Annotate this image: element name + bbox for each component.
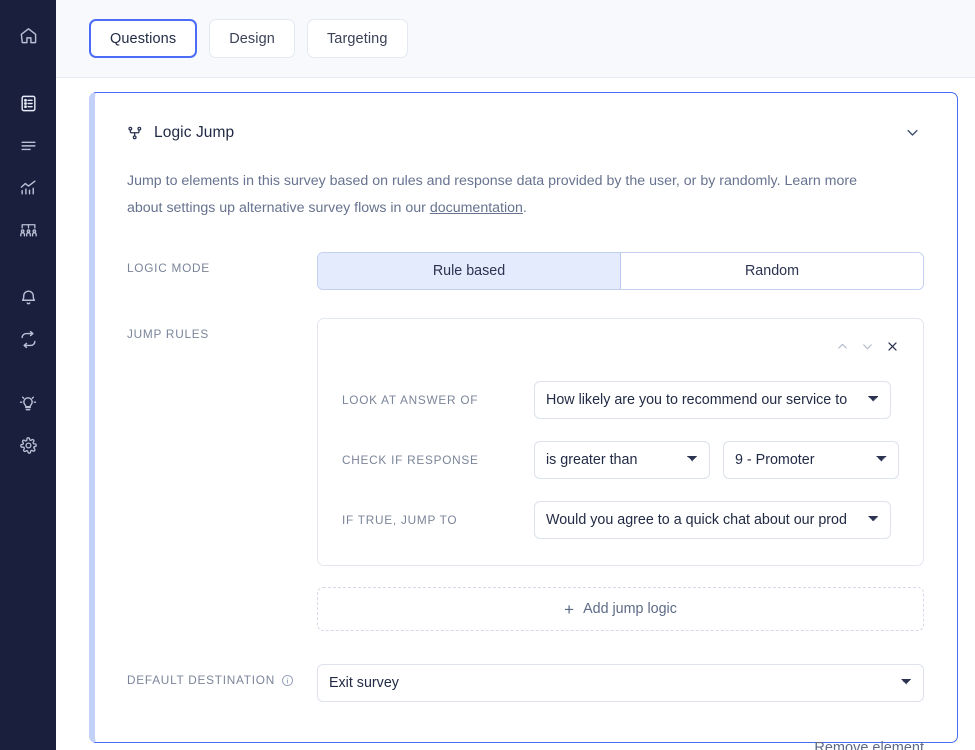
sidebar-item-responses[interactable] xyxy=(9,126,47,164)
default-destination-field-wrap: Exit survey xyxy=(317,664,924,702)
survey-tabbar: Questions Design Targeting xyxy=(56,0,975,78)
logic-mode-option-rule-based[interactable]: Rule based xyxy=(318,253,621,289)
value-select[interactable]: 9 - Promoter xyxy=(723,441,899,479)
default-destination-label-text: Default destination xyxy=(127,673,275,687)
jump-rules-column: Look at answer of How likely are you to … xyxy=(317,318,924,631)
remove-rule-icon[interactable] xyxy=(886,340,899,353)
logic-mode-label: Logic mode xyxy=(127,261,210,275)
tab-targeting[interactable]: Targeting xyxy=(306,19,408,58)
sidebar-item-home[interactable] xyxy=(9,16,47,54)
info-icon[interactable] xyxy=(281,674,294,687)
jump-rules-label: Jump rules xyxy=(127,327,210,341)
sidebar-item-notifications[interactable] xyxy=(9,278,47,316)
rule-fields-if-true-jump-to: Would you agree to a quick chat about ou… xyxy=(534,501,899,539)
logic-mode-option-rule-based-label: Rule based xyxy=(432,263,506,279)
rule-fields-check-if-response: is greater than 9 - Promoter xyxy=(534,441,899,479)
destination-select[interactable]: Would you agree to a quick chat about ou… xyxy=(534,501,891,539)
rule-row-look-at-answer: Look at answer of How likely are you to … xyxy=(342,381,899,419)
main-area: Questions Design Targeting Logic Jump Ju… xyxy=(56,0,975,750)
rule-row-check-if-response: Check if response is greater than 9 - Pr… xyxy=(342,441,899,479)
logic-mode-row: Logic mode Rule based Random xyxy=(127,252,924,290)
rule-label-if-true-jump-to: If true, jump to xyxy=(342,513,458,527)
description-text-2: . xyxy=(522,200,527,216)
remove-element-button[interactable]: Remove element xyxy=(814,740,924,750)
sidebar-item-integrations[interactable] xyxy=(9,320,47,358)
rule-label-check-if-response: Check if response xyxy=(342,453,479,467)
chevron-down-icon[interactable] xyxy=(901,121,924,144)
move-down-icon[interactable] xyxy=(861,340,874,353)
sidebar-item-audience[interactable] xyxy=(9,210,47,248)
sidebar-item-surveys[interactable] xyxy=(9,84,47,122)
tab-questions[interactable]: Questions xyxy=(89,19,198,58)
sidebar-item-settings[interactable] xyxy=(9,426,47,464)
default-destination-label: Default destination xyxy=(127,664,317,687)
move-up-icon[interactable] xyxy=(836,340,849,353)
logic-mode-option-random-label: Random xyxy=(744,263,800,279)
app-root: Questions Design Targeting Logic Jump Ju… xyxy=(0,0,975,750)
rule-row-if-true-jump-to: If true, jump to Would you agree to a qu… xyxy=(342,501,899,539)
page-title: Logic Jump xyxy=(154,123,235,141)
sidebar-item-analytics[interactable] xyxy=(9,168,47,206)
jump-rule-toolbar xyxy=(342,333,899,359)
logic-jump-card: Logic Jump Jump to elements in this surv… xyxy=(89,92,958,750)
default-destination-select[interactable]: Exit survey xyxy=(317,664,924,702)
rule-label-look-at-answer: Look at answer of xyxy=(342,393,479,407)
branch-icon xyxy=(127,125,143,141)
logic-mode-segmented: Rule based Random xyxy=(317,252,924,290)
rule-fields-look-at-answer: How likely are you to recommend our serv… xyxy=(534,381,899,419)
documentation-link[interactable]: documentation xyxy=(430,200,523,216)
tab-design[interactable]: Design xyxy=(209,19,295,58)
add-jump-logic-button[interactable]: + Add jump logic xyxy=(317,587,924,631)
question-select[interactable]: How likely are you to recommend our serv… xyxy=(534,381,891,419)
default-destination-row: Default destination Exit survey xyxy=(127,664,924,702)
add-jump-logic-label: Add jump logic xyxy=(583,601,677,617)
logic-jump-description: Jump to elements in this survey based on… xyxy=(127,168,887,222)
tab-questions-label: Questions xyxy=(110,30,177,47)
sidebar-item-insights[interactable] xyxy=(9,384,47,422)
logic-jump-header[interactable]: Logic Jump xyxy=(127,93,924,144)
operator-select[interactable]: is greater than xyxy=(534,441,710,479)
jump-rule-item: Look at answer of How likely are you to … xyxy=(317,318,924,566)
logic-mode-option-random[interactable]: Random xyxy=(621,253,923,289)
remove-element-row: Remove element xyxy=(127,740,924,750)
sidebar xyxy=(0,0,56,750)
tab-targeting-label: Targeting xyxy=(326,30,388,47)
plus-icon: + xyxy=(564,599,575,619)
content-scroll: Logic Jump Jump to elements in this surv… xyxy=(56,78,975,750)
tab-design-label: Design xyxy=(229,30,275,47)
jump-rules-row: Jump rules xyxy=(127,318,924,631)
